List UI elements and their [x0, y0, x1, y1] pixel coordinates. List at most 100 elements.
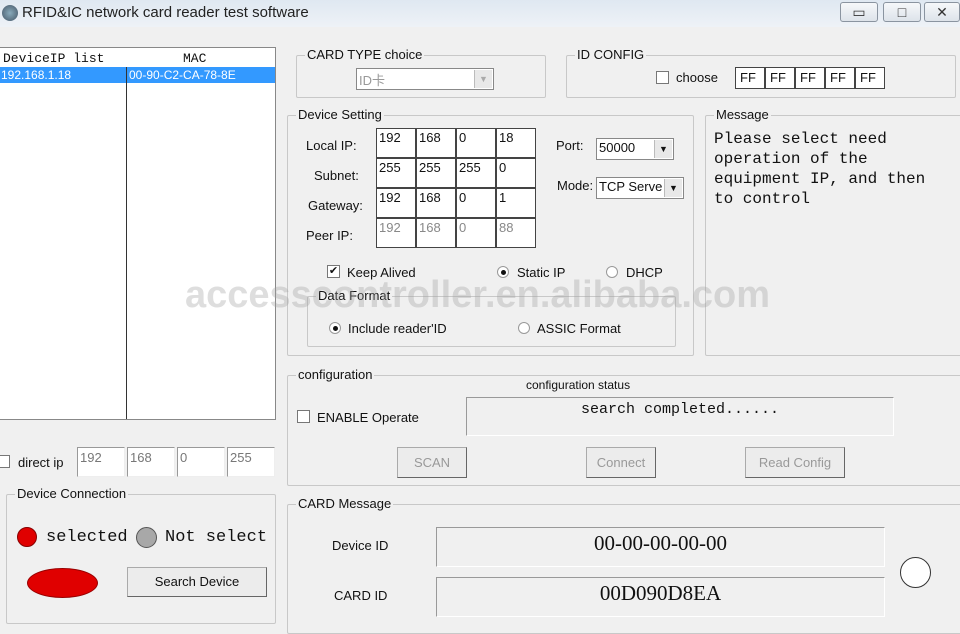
chevron-down-icon: ▼: [664, 179, 682, 197]
peer-ip-label: Peer IP:: [306, 228, 353, 243]
message-group: Message Please select need operation of …: [705, 107, 960, 356]
subnet-octet-3[interactable]: 255: [456, 158, 496, 188]
minimize-button[interactable]: ▭: [840, 2, 878, 22]
keep-alived-checkbox[interactable]: ✔: [327, 265, 340, 278]
configuration-status-box: search completed......: [466, 397, 894, 436]
card-message-title: CARD Message: [296, 496, 394, 511]
app-icon: [2, 5, 18, 21]
mode-value: TCP Serve: [599, 179, 663, 194]
mode-label: Mode:: [557, 178, 594, 193]
id-byte-1[interactable]: FF: [735, 67, 765, 89]
direct-ip-octet-4[interactable]: 255: [227, 447, 275, 477]
local-ip-octet-1[interactable]: 192: [376, 128, 416, 158]
window-title: RFID&IC network card reader test softwar…: [22, 4, 309, 21]
direct-ip-checkbox[interactable]: [0, 455, 10, 468]
search-device-button[interactable]: Search Device: [127, 567, 267, 597]
card-read-indicator: [900, 557, 931, 588]
id-byte-5[interactable]: FF: [855, 67, 885, 89]
configuration-title: configuration: [296, 367, 375, 382]
column-divider: [126, 67, 127, 419]
keep-alived-label: Keep Alived: [347, 265, 416, 280]
port-select[interactable]: 50000 ▼: [596, 138, 674, 160]
local-ip-octet-3[interactable]: 0: [456, 128, 496, 158]
device-setting-group: Device Setting Local IP: Subnet: Gateway…: [287, 107, 694, 356]
enable-operate-checkbox[interactable]: [297, 410, 310, 423]
local-ip-octet-2[interactable]: 168: [416, 128, 456, 158]
mode-select[interactable]: TCP Serve ▼: [596, 177, 684, 199]
configuration-status-title: configuration status: [526, 378, 631, 392]
include-reader-id-radio[interactable]: [329, 322, 341, 334]
device-ip-list[interactable]: DeviceIP list MAC 192.168.1.18 00-90-C2-…: [0, 47, 276, 420]
card-id-label: CARD ID: [334, 588, 388, 603]
peer-ip-octet-1[interactable]: 192: [376, 218, 416, 248]
dhcp-label: DHCP: [626, 265, 663, 280]
id-byte-3[interactable]: FF: [795, 67, 825, 89]
subnet-octet-2[interactable]: 255: [416, 158, 456, 188]
direct-ip-octet-1[interactable]: 192: [77, 447, 125, 477]
enable-operate-label: ENABLE Operate: [317, 410, 419, 425]
card-type-value: ID卡: [359, 73, 386, 88]
message-title: Message: [714, 107, 771, 122]
configuration-status-text: search completed......: [580, 401, 780, 418]
subnet-octet-1[interactable]: 255: [376, 158, 416, 188]
card-type-select[interactable]: ID卡 ▼: [356, 68, 494, 90]
column-header-ip[interactable]: DeviceIP list: [3, 51, 104, 66]
static-ip-label: Static IP: [517, 265, 566, 280]
include-reader-id-label: Include reader'ID: [348, 321, 447, 336]
peer-ip-octet-4[interactable]: 88: [496, 218, 536, 248]
static-ip-radio[interactable]: [497, 266, 509, 278]
gateway-octet-1[interactable]: 192: [376, 188, 416, 218]
gateway-octet-2[interactable]: 168: [416, 188, 456, 218]
connect-button[interactable]: Connect: [586, 447, 656, 478]
device-id-label: Device ID: [332, 538, 389, 553]
local-ip-label: Local IP:: [306, 138, 357, 153]
ip-grid: 192 168 0 18 255 255 255 0 192 168 0 1 1…: [376, 128, 536, 248]
row-mac: 00-90-C2-CA-78-8E: [129, 68, 236, 82]
subnet-label: Subnet:: [314, 168, 359, 183]
assic-format-label: ASSIC Format: [537, 321, 621, 336]
gateway-octet-4[interactable]: 1: [496, 188, 536, 218]
data-format-title: Data Format: [316, 288, 393, 303]
maximize-button[interactable]: □: [883, 2, 921, 22]
table-row[interactable]: 192.168.1.18 00-90-C2-CA-78-8E: [0, 67, 275, 83]
close-button[interactable]: ✕: [924, 2, 960, 22]
message-text: Please select need operation of the equi…: [714, 130, 926, 208]
device-setting-title: Device Setting: [296, 107, 384, 122]
card-type-group: CARD TYPE choice ID卡 ▼: [296, 47, 546, 98]
not-selected-indicator-icon: [136, 527, 157, 548]
chevron-down-icon: ▼: [654, 140, 672, 158]
card-message-group: CARD Message Device ID 00-00-00-00-00 CA…: [287, 496, 960, 634]
chevron-down-icon: ▼: [474, 70, 492, 88]
connection-status-indicator: [27, 568, 98, 598]
peer-ip-octet-3[interactable]: 0: [456, 218, 496, 248]
scan-button[interactable]: SCAN: [397, 447, 467, 478]
id-bytes: FF FF FF FF FF: [735, 67, 885, 89]
configuration-group: configuration configuration status ENABL…: [287, 367, 960, 486]
id-byte-4[interactable]: FF: [825, 67, 855, 89]
subnet-octet-4[interactable]: 0: [496, 158, 536, 188]
dhcp-radio[interactable]: [606, 266, 618, 278]
gateway-octet-3[interactable]: 0: [456, 188, 496, 218]
id-config-group: ID CONFIG choose FF FF FF FF FF: [566, 47, 956, 98]
column-header-mac[interactable]: MAC: [183, 51, 206, 66]
direct-ip-label: direct ip: [18, 455, 64, 470]
choose-label: choose: [676, 70, 718, 85]
title-bar: RFID&IC network card reader test softwar…: [0, 0, 960, 27]
card-id-display: 00D090D8EA: [436, 577, 885, 617]
port-value: 50000: [599, 140, 636, 155]
port-label: Port:: [556, 138, 584, 153]
local-ip-octet-4[interactable]: 18: [496, 128, 536, 158]
device-connection-group: Device Connection selected Not select Se…: [6, 486, 276, 624]
direct-ip-octet-3[interactable]: 0: [177, 447, 225, 477]
assic-format-radio[interactable]: [518, 322, 530, 334]
peer-ip-octet-2[interactable]: 168: [416, 218, 456, 248]
read-config-button[interactable]: Read Config: [745, 447, 845, 478]
choose-checkbox[interactable]: [656, 71, 669, 84]
device-id-display: 00-00-00-00-00: [436, 527, 885, 567]
device-connection-title: Device Connection: [15, 486, 129, 501]
id-byte-2[interactable]: FF: [765, 67, 795, 89]
data-format-group: Data Format Include reader'ID ASSIC Form…: [307, 288, 676, 347]
direct-ip-octet-2[interactable]: 168: [127, 447, 175, 477]
row-ip: 192.168.1.18: [1, 68, 72, 82]
card-type-title: CARD TYPE choice: [305, 47, 425, 62]
